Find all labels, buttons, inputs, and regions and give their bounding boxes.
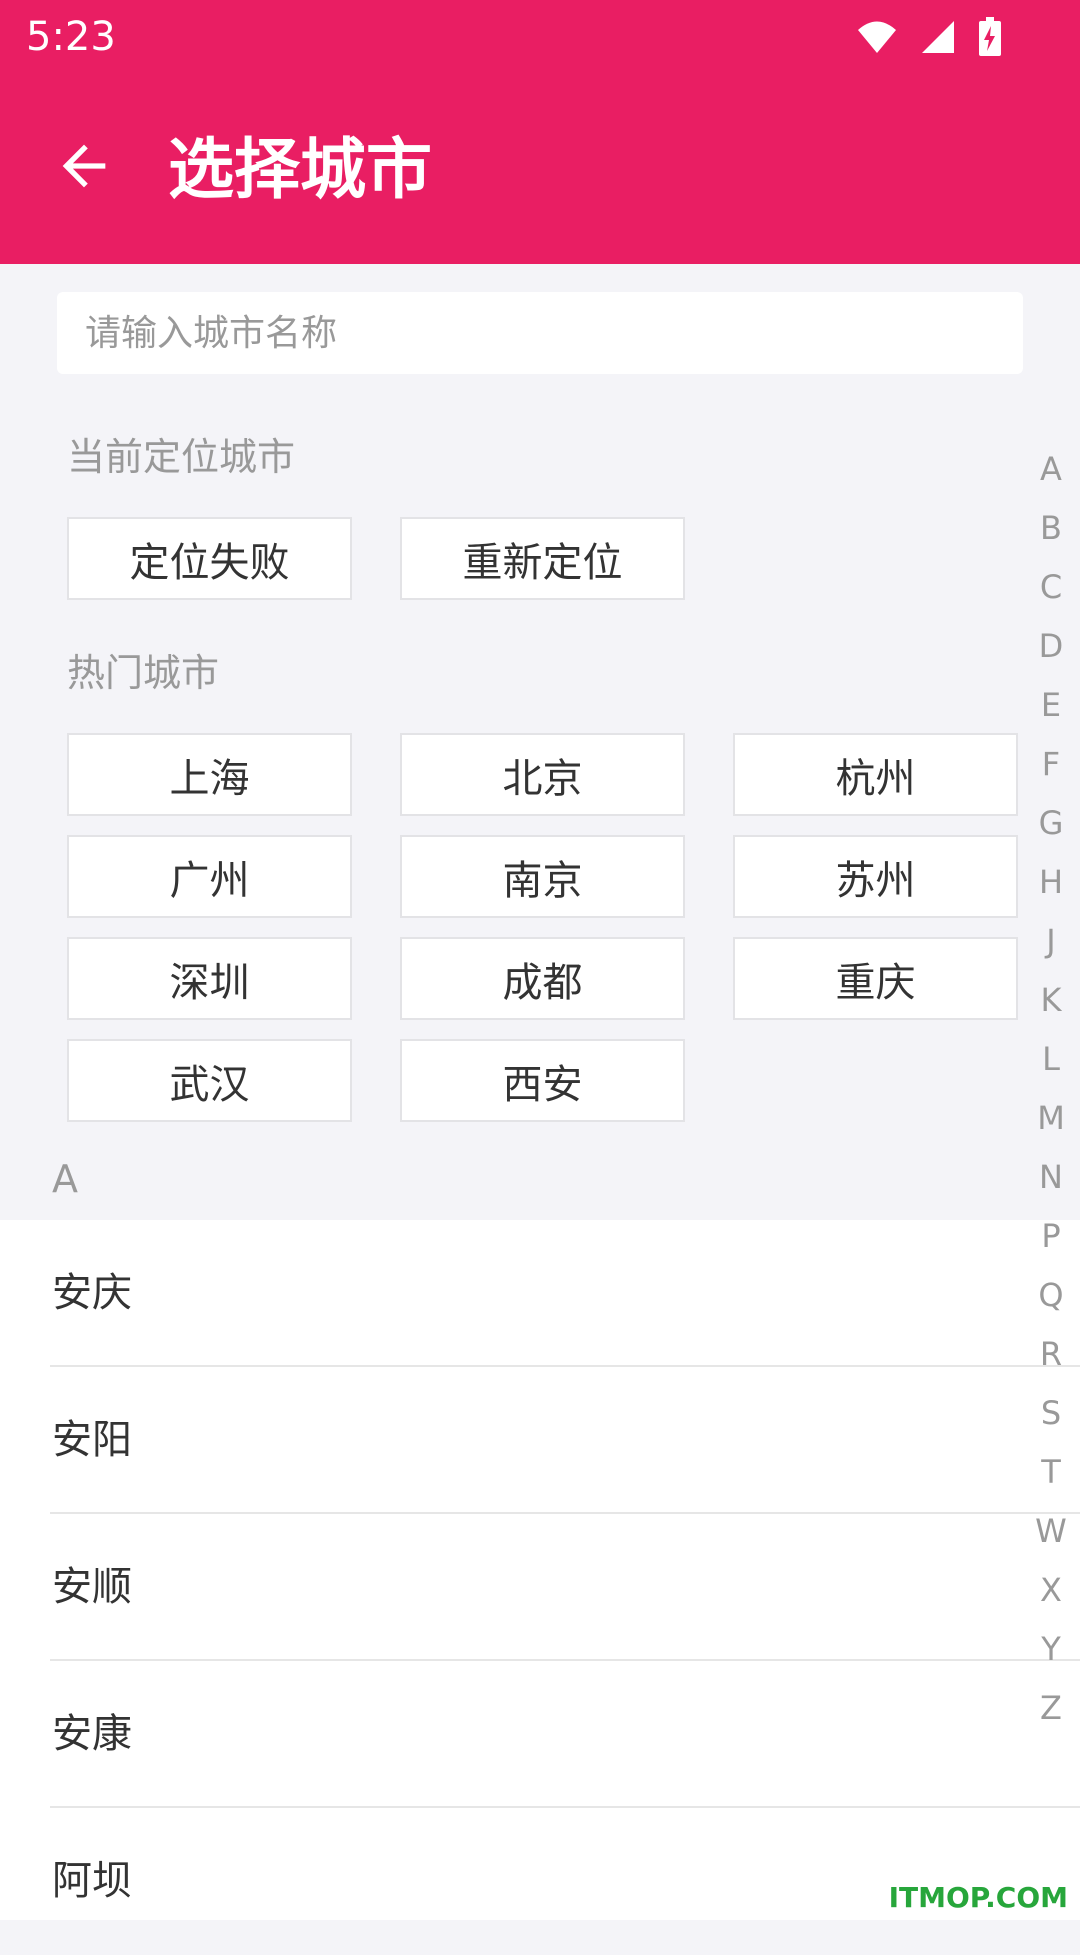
city-name: 安康 [52, 1711, 132, 1757]
index-letter[interactable]: R [1040, 1325, 1062, 1384]
hot-city-button[interactable]: 武汉 [67, 1039, 352, 1122]
index-letter[interactable]: C [1040, 558, 1062, 617]
index-letter[interactable]: N [1039, 1148, 1063, 1207]
index-letter[interactable]: F [1042, 735, 1060, 794]
index-letter[interactable]: G [1039, 794, 1064, 853]
watermark: ITMOP.COM [888, 1881, 1068, 1914]
index-letter[interactable]: D [1039, 617, 1064, 676]
back-arrow-icon[interactable] [52, 134, 116, 198]
city-list-item[interactable]: 安阳 [50, 1367, 1080, 1514]
city-list: 安庆 安阳 安顺 安康 阿坝 [0, 1220, 1080, 1920]
city-list-item[interactable]: 安康 [50, 1661, 1080, 1808]
wifi-icon [858, 21, 896, 53]
city-name: 安庆 [52, 1270, 132, 1316]
index-letter[interactable]: M [1037, 1089, 1065, 1148]
city-name: 安顺 [52, 1564, 132, 1610]
index-letter[interactable]: A [1040, 440, 1062, 499]
city-list-item[interactable]: 安顺 [50, 1514, 1080, 1661]
current-location-label: 当前定位城市 [67, 435, 296, 479]
city-name: 安阳 [52, 1417, 132, 1463]
hot-city-button[interactable]: 成都 [400, 937, 685, 1020]
index-letter[interactable]: L [1042, 1030, 1060, 1089]
index-letter[interactable]: K [1041, 971, 1062, 1030]
relocate-button[interactable]: 重新定位 [400, 517, 685, 600]
city-name: 阿坝 [52, 1858, 132, 1904]
battery-charging-icon [979, 17, 1001, 56]
index-letter[interactable]: P [1041, 1207, 1060, 1266]
index-letter[interactable]: S [1041, 1384, 1061, 1443]
index-letter[interactable]: B [1040, 499, 1062, 558]
hot-city-button[interactable]: 杭州 [733, 733, 1018, 816]
status-time: 5:23 [26, 14, 116, 60]
index-letter[interactable]: W [1035, 1502, 1067, 1561]
hot-city-button[interactable]: 北京 [400, 733, 685, 816]
index-letter[interactable]: Z [1040, 1679, 1062, 1738]
hot-city-button[interactable]: 上海 [67, 733, 352, 816]
index-letter[interactable]: T [1041, 1443, 1061, 1502]
list-section-header: A [52, 1157, 78, 1201]
city-search-input[interactable] [57, 292, 1023, 374]
index-letter[interactable]: J [1046, 912, 1055, 971]
hot-city-button[interactable]: 苏州 [733, 835, 1018, 918]
hot-city-button[interactable]: 深圳 [67, 937, 352, 1020]
index-letter[interactable]: X [1040, 1561, 1062, 1620]
index-letter[interactable]: Q [1038, 1266, 1063, 1325]
index-letter[interactable]: E [1041, 676, 1061, 735]
hot-city-button[interactable]: 南京 [400, 835, 685, 918]
app-bar: 5:23 选择城市 [0, 0, 1080, 264]
location-failed-button[interactable]: 定位失败 [67, 517, 352, 600]
status-icons [856, 12, 1002, 62]
index-letter[interactable]: Y [1041, 1620, 1061, 1679]
hot-city-button[interactable]: 广州 [67, 835, 352, 918]
hot-city-button[interactable]: 重庆 [733, 937, 1018, 1020]
city-list-item[interactable]: 安庆 [50, 1220, 1080, 1367]
index-letter[interactable]: H [1039, 853, 1063, 912]
page-title: 选择城市 [168, 131, 432, 208]
alphabet-index-bar[interactable]: A B C D E F G H J K L M N P Q R S T W X … [1030, 440, 1072, 1738]
hot-cities-label: 热门城市 [67, 651, 220, 695]
hot-city-button[interactable]: 西安 [400, 1039, 685, 1122]
cell-signal-icon [922, 21, 954, 53]
